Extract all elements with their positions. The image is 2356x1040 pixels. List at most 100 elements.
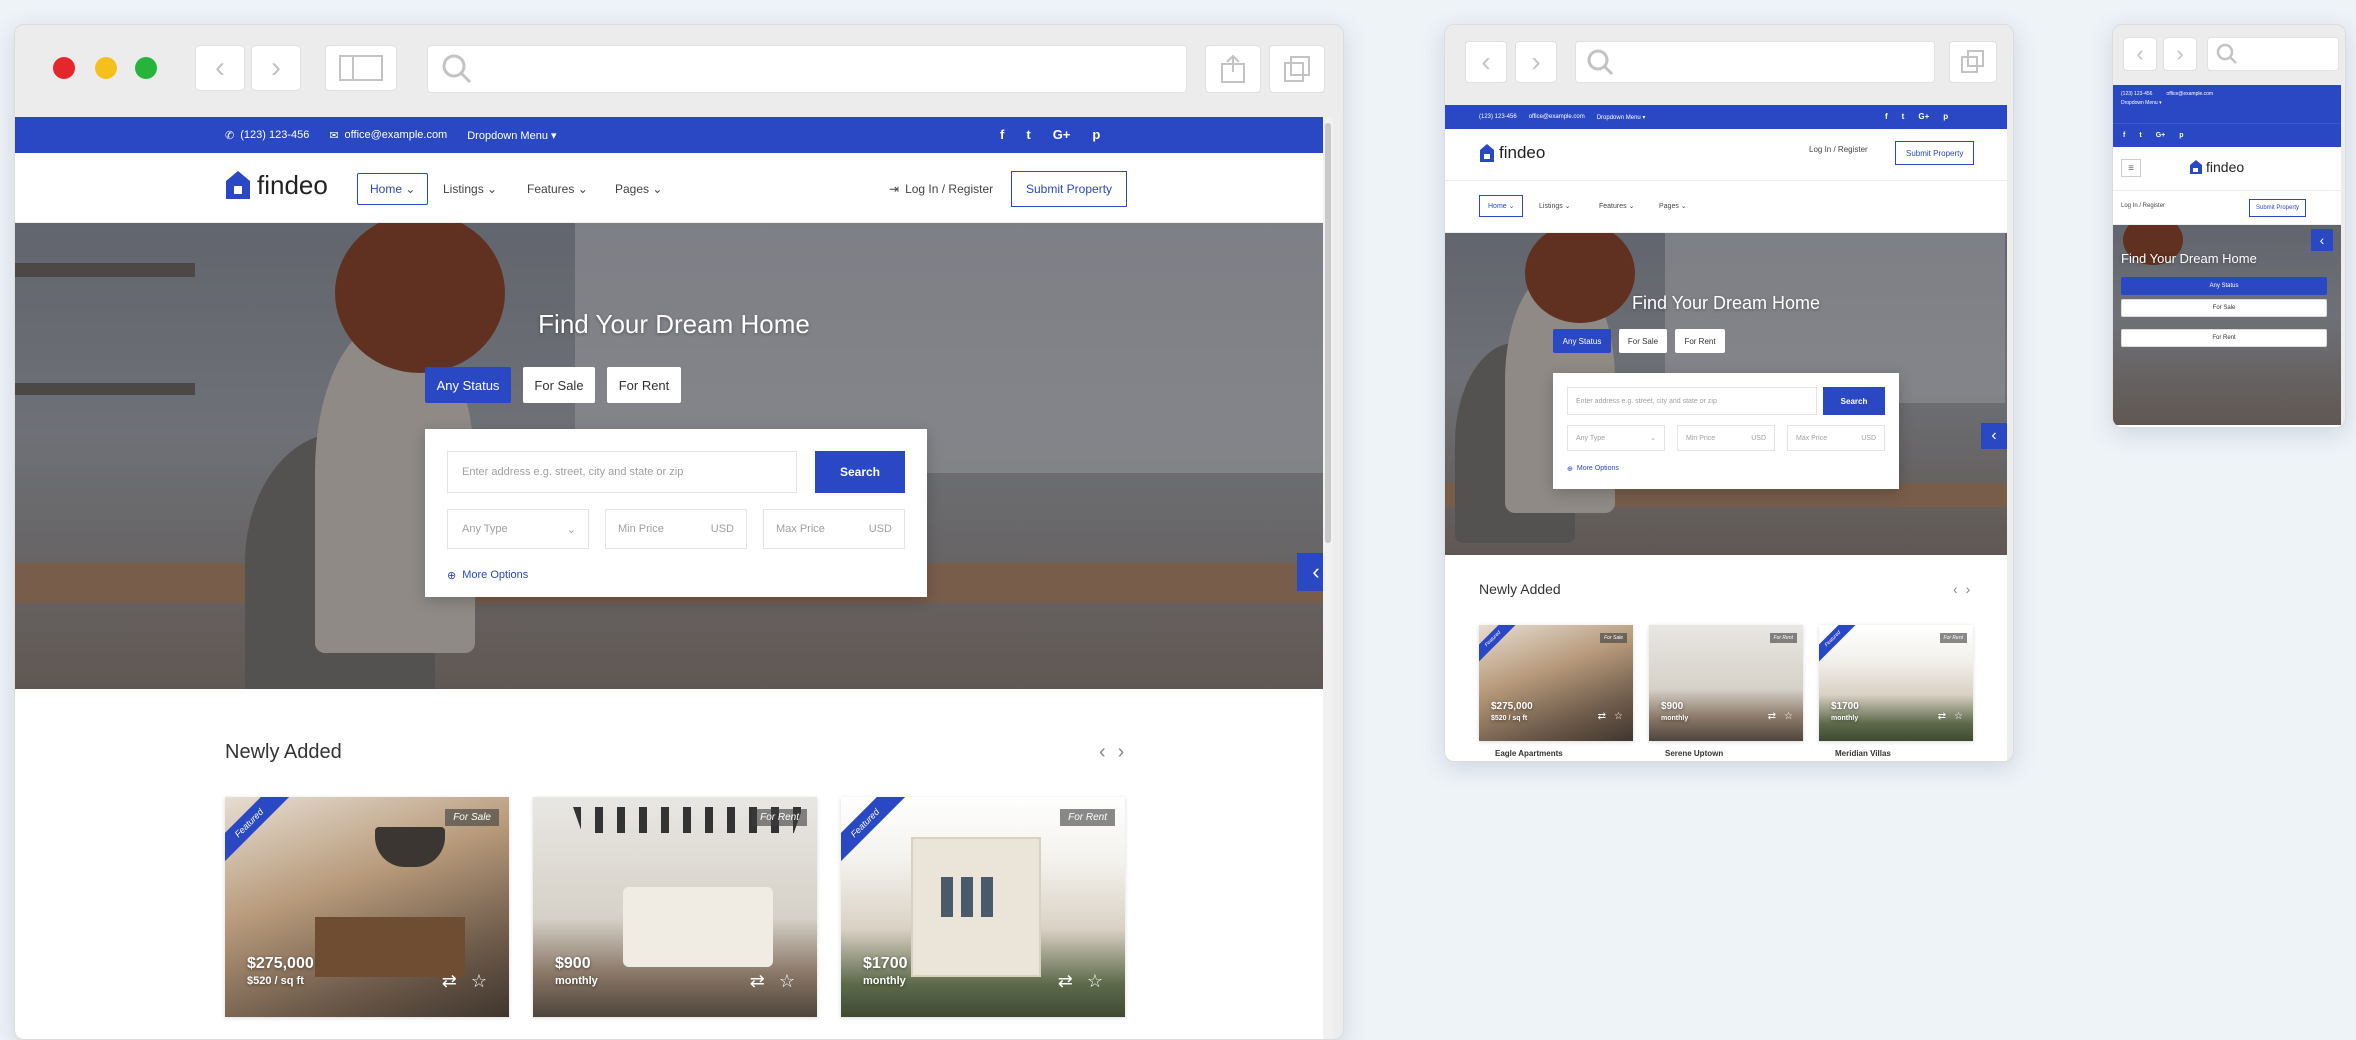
compare-icon[interactable]: ⇄ — [1598, 711, 1606, 722]
listing-card[interactable]: Featured For Rent $1700 monthly ⇄ ☆ — [1819, 625, 1973, 741]
pinterest-icon[interactable]: p — [2179, 132, 2183, 139]
facebook-icon[interactable]: f — [1885, 112, 1888, 121]
nav-listings[interactable]: Listings ⌄ — [443, 173, 497, 205]
nav-home[interactable]: Home ⌄ — [1479, 195, 1524, 217]
forward-icon[interactable]: › — [251, 45, 301, 91]
forward-icon[interactable]: › — [1515, 41, 1557, 83]
listing-card[interactable]: Featured For Rent $1700 monthly ⇄ ☆ — [841, 797, 1125, 1017]
login-link[interactable]: Log In / Register — [2121, 203, 2165, 209]
scrollbar[interactable] — [1323, 117, 1333, 1039]
back-icon[interactable]: ‹ — [1465, 41, 1507, 83]
address-input[interactable]: Enter address e.g. street, city and stat… — [447, 451, 797, 493]
more-options-link[interactable]: ⊕ More Options — [1567, 465, 1619, 473]
listing-title[interactable]: Meridian Villas — [1835, 749, 1891, 758]
tab-any-status[interactable]: Any Status — [2121, 277, 2327, 295]
googleplus-icon[interactable]: G+ — [1918, 112, 1929, 121]
tab-any-status[interactable]: Any Status — [425, 367, 511, 403]
type-select[interactable]: Any Type ⌄ — [1567, 425, 1665, 451]
pinterest-icon[interactable]: p — [1943, 112, 1948, 121]
address-bar[interactable] — [427, 45, 1187, 93]
dropdown-menu[interactable]: Dropdown Menu ▾ — [467, 129, 556, 142]
star-icon[interactable]: ☆ — [1087, 971, 1103, 992]
maximize-window-button[interactable] — [135, 57, 157, 79]
min-price-field[interactable]: Min Price USD — [1677, 425, 1775, 451]
listing-title[interactable]: Serene Uptown — [1665, 749, 1723, 758]
compare-icon[interactable]: ⇄ — [1768, 711, 1776, 722]
listing-card[interactable]: For Rent $900 monthly ⇄ ☆ — [533, 797, 817, 1017]
twitter-icon[interactable]: t — [1902, 112, 1905, 121]
compare-icon[interactable]: ⇄ — [1058, 971, 1073, 992]
nav-features[interactable]: Features ⌄ — [1599, 195, 1634, 217]
star-icon[interactable]: ☆ — [471, 971, 487, 992]
slider-prev-button[interactable]: ‹ — [1981, 423, 2007, 449]
listing-title[interactable]: Eagle Apartments — [1495, 749, 1563, 758]
address-bar[interactable] — [2207, 37, 2339, 71]
max-price-field[interactable]: Max Price USD — [1787, 425, 1885, 451]
min-price-field[interactable]: Min Price USD — [605, 509, 747, 549]
pinterest-icon[interactable]: p — [1092, 127, 1100, 142]
star-icon[interactable]: ☆ — [1784, 711, 1793, 722]
logo[interactable]: findeo — [1479, 143, 1545, 163]
forward-icon[interactable]: › — [2163, 37, 2197, 71]
star-icon[interactable]: ☆ — [1954, 711, 1963, 722]
back-icon[interactable]: ‹ — [195, 45, 245, 91]
compare-icon[interactable]: ⇄ — [442, 971, 457, 992]
carousel-next-icon[interactable]: › — [1118, 741, 1125, 764]
tab-for-sale[interactable]: For Sale — [1619, 329, 1667, 353]
back-icon[interactable]: ‹ — [2123, 37, 2157, 71]
nav-home[interactable]: Home ⌄ — [357, 173, 429, 205]
compare-icon[interactable]: ⇄ — [1938, 711, 1946, 722]
googleplus-icon[interactable]: G+ — [2156, 132, 2166, 139]
login-link[interactable]: ⇥ Log In / Register — [889, 173, 993, 205]
twitter-icon[interactable]: t — [2139, 132, 2141, 139]
tab-for-rent[interactable]: For Rent — [607, 367, 681, 403]
tab-for-sale[interactable]: For Sale — [2121, 299, 2327, 317]
nav-listings[interactable]: Listings ⌄ — [1539, 195, 1571, 217]
more-options-link[interactable]: ⊕ More Options — [447, 569, 528, 582]
listing-card[interactable]: For Rent $900 monthly ⇄ ☆ — [1649, 625, 1803, 741]
email-link[interactable]: office@example.com — [2166, 90, 2213, 99]
max-price-field[interactable]: Max Price USD — [763, 509, 905, 549]
logo[interactable]: findeo — [225, 169, 328, 201]
slider-prev-button[interactable]: ‹ — [2311, 229, 2333, 251]
submit-property-button[interactable]: Submit Property — [1011, 171, 1128, 207]
share-icon[interactable] — [1205, 45, 1261, 93]
email-link[interactable]: office@example.com — [1529, 114, 1585, 120]
address-input[interactable]: Enter address e.g. street, city and stat… — [1567, 387, 1817, 415]
compare-icon[interactable]: ⇄ — [750, 971, 765, 992]
carousel-prev-icon[interactable]: ‹ — [1953, 581, 1958, 597]
tab-for-rent[interactable]: For Rent — [1675, 329, 1725, 353]
login-link[interactable]: Log In / Register — [1809, 145, 1868, 154]
search-button[interactable]: Search — [1823, 387, 1885, 415]
star-icon[interactable]: ☆ — [779, 971, 795, 992]
star-icon[interactable]: ☆ — [1614, 711, 1623, 722]
listing-card[interactable]: Featured For Sale $275,000 $520 / sq ft … — [1479, 625, 1633, 741]
listing-card[interactable]: Featured For Sale $275,000 $520 / sq ft … — [225, 797, 509, 1017]
nav-pages[interactable]: Pages ⌄ — [615, 173, 662, 205]
dropdown-menu[interactable]: Dropdown Menu ▾ — [2121, 99, 2333, 108]
submit-property-button[interactable]: Submit Property — [1895, 141, 1975, 165]
logo[interactable]: findeo — [2189, 159, 2244, 175]
tabs-icon[interactable] — [1949, 41, 1997, 83]
search-button[interactable]: Search — [815, 451, 905, 493]
tab-any-status[interactable]: Any Status — [1553, 329, 1611, 353]
tab-for-rent[interactable]: For Rent — [2121, 329, 2327, 347]
close-window-button[interactable] — [53, 57, 75, 79]
email-link[interactable]: office@example.com — [345, 129, 448, 141]
tabs-icon[interactable] — [1269, 45, 1325, 93]
menu-icon[interactable]: ≡ — [2121, 159, 2141, 177]
type-select[interactable]: Any Type ⌄ — [447, 509, 589, 549]
minimize-window-button[interactable] — [95, 57, 117, 79]
nav-features[interactable]: Features ⌄ — [527, 173, 588, 205]
address-bar[interactable] — [1575, 41, 1935, 83]
submit-property-button[interactable]: Submit Property — [2249, 199, 2307, 217]
twitter-icon[interactable]: t — [1026, 127, 1030, 142]
carousel-next-icon[interactable]: › — [1966, 581, 1971, 597]
facebook-icon[interactable]: f — [2123, 132, 2125, 139]
facebook-icon[interactable]: f — [1000, 127, 1004, 142]
nav-pages[interactable]: Pages ⌄ — [1659, 195, 1687, 217]
dropdown-menu[interactable]: Dropdown Menu ▾ — [1597, 114, 1646, 121]
tab-for-sale[interactable]: For Sale — [523, 367, 595, 403]
carousel-prev-icon[interactable]: ‹ — [1099, 741, 1106, 764]
googleplus-icon[interactable]: G+ — [1053, 127, 1071, 142]
